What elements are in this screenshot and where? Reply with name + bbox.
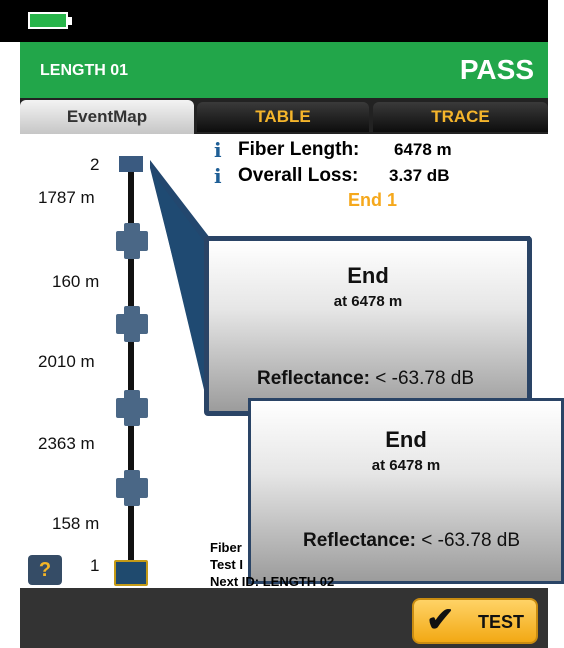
popup-reflectance: Reflectance: < -63.78 dB [257,368,475,389]
fiber-info-line: Fiber [210,540,242,555]
popup-title: End [385,427,427,452]
popup-position: at 6478 m [371,457,441,474]
end-event-popup-detail[interactable]: End at 6478 m [248,398,564,584]
popup-title: End [347,263,389,288]
help-button[interactable]: ? [28,555,62,585]
popup-reflectance: Reflectance: < -63.78 dB [303,530,521,551]
next-id-line: Next ID: LENGTH 02 [210,574,335,589]
test-info-line: Test I [210,557,243,572]
popup-position: at 6478 m [333,293,403,310]
test-button-label: TEST [478,612,525,632]
checkmark-icon: ✔ [426,601,455,639]
